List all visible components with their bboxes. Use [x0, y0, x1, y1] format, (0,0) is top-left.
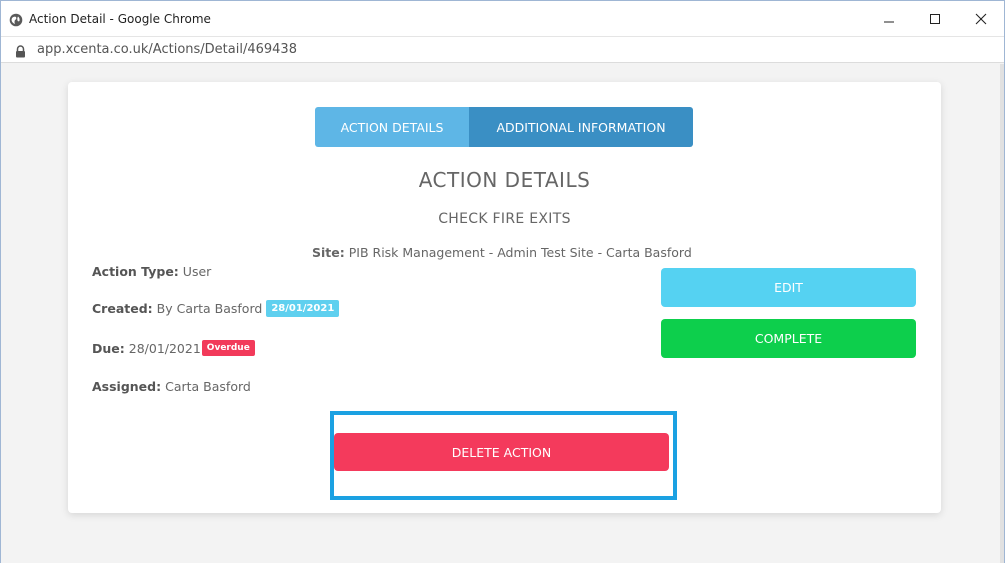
maximize-button[interactable]	[920, 7, 950, 31]
due-value: 28/01/2021	[128, 340, 201, 356]
site-info: Site: PIB Risk Management - Admin Test S…	[312, 245, 692, 260]
window-title: Action Detail - Google Chrome	[29, 12, 211, 26]
due-field: Due: 28/01/2021 Overdue	[92, 340, 255, 356]
due-label: Due:	[92, 340, 125, 356]
tab-action-details[interactable]: ACTION DETAILS	[315, 107, 469, 147]
created-date-badge: 28/01/2021	[266, 300, 340, 317]
assigned-value: Carta Basford	[165, 379, 251, 394]
scrollbar[interactable]	[1000, 64, 1004, 563]
browser-window: Action Detail - Google Chrome app.xcenta…	[0, 0, 1005, 563]
created-label: Created:	[92, 301, 153, 316]
title-bar: Action Detail - Google Chrome	[1, 1, 1004, 37]
overdue-badge: Overdue	[201, 340, 255, 356]
tab-bar: ACTION DETAILS ADDITIONAL INFORMATION	[315, 107, 693, 147]
page-content: ACTION DETAILS ADDITIONAL INFORMATION AC…	[1, 64, 1004, 563]
assigned-label: Assigned:	[92, 379, 162, 394]
action-type-label: Action Type:	[92, 264, 179, 279]
site-value: PIB Risk Management - Admin Test Site - …	[348, 245, 692, 260]
address-bar[interactable]: app.xcenta.co.uk/Actions/Detail/469438	[1, 37, 1004, 63]
tab-additional-information[interactable]: ADDITIONAL INFORMATION	[469, 107, 693, 147]
complete-button[interactable]: COMPLETE	[661, 319, 916, 358]
created-field: Created: By Carta Basford 28/01/2021	[92, 300, 340, 317]
maximize-icon	[929, 13, 941, 25]
page-title: ACTION DETAILS	[418, 168, 591, 192]
action-type-value: User	[182, 264, 212, 279]
minimize-icon	[883, 13, 895, 25]
lock-icon	[15, 43, 26, 58]
action-type-field: Action Type: User	[92, 264, 211, 279]
globe-icon	[9, 12, 23, 27]
edit-button[interactable]: EDIT	[661, 268, 916, 307]
url-text[interactable]: app.xcenta.co.uk/Actions/Detail/469438	[37, 42, 297, 57]
close-icon	[975, 13, 987, 25]
minimize-button[interactable]	[874, 7, 904, 31]
action-title: CHECK FIRE EXITS	[438, 211, 571, 227]
created-value: By Carta Basford	[156, 301, 263, 316]
close-button[interactable]	[966, 7, 996, 31]
assigned-field: Assigned: Carta Basford	[92, 379, 251, 394]
delete-action-button[interactable]: DELETE ACTION	[334, 433, 669, 471]
site-label: Site:	[312, 245, 345, 260]
action-detail-card: ACTION DETAILS ADDITIONAL INFORMATION AC…	[68, 82, 941, 513]
